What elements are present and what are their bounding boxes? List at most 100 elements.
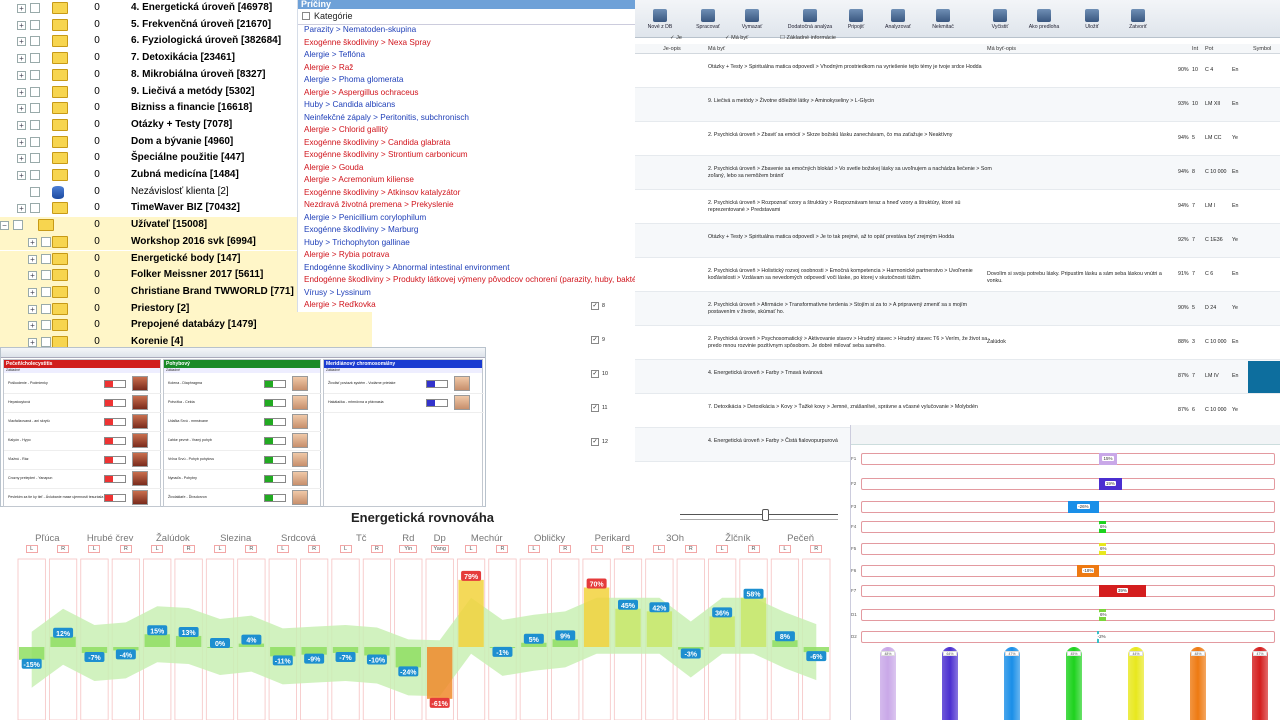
organ-row[interactable]: Poškodenie - Podmienky <box>4 374 162 394</box>
col-int[interactable]: Int <box>1192 46 1198 52</box>
organ-row[interactable]: Živolisť poviazk systém - Vodárne prieta… <box>324 374 484 394</box>
organ-row[interactable]: Viacfalizovaná - ani skrytú <box>4 412 162 432</box>
row-checkbox[interactable]: ✓ <box>591 370 599 378</box>
cause-item[interactable]: Vírusy > Lyssinum <box>304 288 371 297</box>
row-checkbox[interactable] <box>41 253 51 264</box>
organ-row[interactable]: Kolena - Diaphragma <box>164 374 322 394</box>
slider-thumb[interactable] <box>762 509 769 521</box>
row-checkbox[interactable]: ✓ <box>591 438 599 446</box>
toolbar-button[interactable]: Pripojiť <box>833 9 879 30</box>
filter-info[interactable]: ☐ Základné informácie <box>780 35 836 41</box>
row-checkbox[interactable] <box>41 236 51 247</box>
table-row[interactable]: 2. Psychická úroveň > Zbaviť sa emócií >… <box>635 122 1280 156</box>
cause-item[interactable]: Exogénne škodliviny > Strontium carbonic… <box>304 150 468 159</box>
col-ma-byt-opis[interactable]: Má byť-opis <box>987 46 1016 52</box>
row-checkbox[interactable] <box>41 320 51 331</box>
expand-icon[interactable]: + <box>28 321 37 331</box>
cause-item[interactable]: Alergie > Acremonium kiliense <box>304 175 414 184</box>
organ-row[interactable]: Ľahke pevné - Vraný pohyb <box>164 431 322 451</box>
cause-item[interactable]: Exogénne škodliviny > Nexa Spray <box>304 38 431 47</box>
toolbar-button[interactable]: Spracovať <box>685 9 731 30</box>
row-checkbox[interactable] <box>30 136 40 147</box>
expand-icon[interactable]: + <box>17 54 26 64</box>
cause-item[interactable]: Huby > Candida albicans <box>304 100 395 109</box>
category-checkbox[interactable] <box>302 12 310 20</box>
expand-icon[interactable]: + <box>28 287 37 297</box>
expand-icon[interactable]: + <box>28 304 37 314</box>
toolbar-button[interactable]: Vymazať <box>729 9 775 30</box>
cause-item[interactable]: Exogénne škodliviny > Candida glabrata <box>304 138 450 147</box>
row-checkbox[interactable] <box>30 170 40 180</box>
row-checkbox[interactable] <box>30 203 40 214</box>
expand-icon[interactable]: + <box>17 70 26 80</box>
organ-row[interactable]: Potvržka - Cekta <box>164 393 322 413</box>
row-checkbox[interactable]: ✓ <box>591 404 599 412</box>
row-checkbox[interactable] <box>30 19 40 30</box>
row-checkbox[interactable] <box>13 220 23 231</box>
cause-item[interactable]: Nezdravá životná premena > Prekyslenie <box>304 200 454 209</box>
table-row[interactable]: 9. Liečivá a metódy > Životne dôležité l… <box>635 88 1280 122</box>
cause-item[interactable]: Exogénne škodliviny > Atkinsov katalyzát… <box>304 188 460 197</box>
table-row[interactable]: ✓ 11 7. Detoxikácia > Detoxikácia > Kovy >… <box>591 394 1280 428</box>
expand-icon[interactable]: + <box>28 254 37 264</box>
cause-item[interactable]: Parazity > Nematoden-skupina <box>304 25 416 34</box>
cause-item[interactable]: Alergie > Aspergillus ochraceus <box>304 88 418 97</box>
row-checkbox[interactable] <box>41 337 51 347</box>
toolbar-button[interactable]: Analyzovať <box>875 9 921 30</box>
table-row[interactable]: 2. Psychická úroveň > Zbavenie sa emočný… <box>635 156 1280 190</box>
toolbar-button[interactable]: Uložiť <box>1069 9 1115 30</box>
expand-icon[interactable]: + <box>28 338 37 347</box>
toolbar-button[interactable]: Vyčistiť <box>977 9 1023 30</box>
cause-item[interactable]: Alergie > Raž <box>304 63 353 72</box>
row-checkbox[interactable] <box>30 103 40 114</box>
expand-icon[interactable]: + <box>28 237 37 247</box>
table-row[interactable]: ✓ 10 4. Energetická úroveň > Farby > Tmavá… <box>591 360 1280 394</box>
tree-row[interactable]: +0 Prepojené databázy [1479] <box>0 317 372 334</box>
row-checkbox[interactable] <box>30 86 40 97</box>
category-filter[interactable]: Kategórie <box>298 9 635 25</box>
expand-icon[interactable]: + <box>17 204 26 214</box>
expand-icon[interactable]: + <box>17 4 26 13</box>
toolbar-button[interactable]: Nové z DB <box>637 9 683 30</box>
expand-icon[interactable]: + <box>17 154 26 164</box>
table-row[interactable]: ✓ 9 2. Psychická úroveň > Psychosomatický … <box>591 326 1280 360</box>
row-checkbox[interactable] <box>41 303 51 314</box>
organ-row[interactable]: Vlažnú - Ráz <box>4 450 162 470</box>
row-checkbox[interactable] <box>41 286 51 297</box>
expand-icon[interactable]: + <box>17 37 26 47</box>
row-checkbox[interactable] <box>30 69 40 80</box>
row-checkbox[interactable] <box>41 270 51 281</box>
row-checkbox[interactable] <box>30 53 40 64</box>
cause-item[interactable]: Neinfekčné zápaly > Peritonitis, subchro… <box>304 113 469 122</box>
toolbar-button[interactable]: Nekmitač <box>920 9 966 30</box>
toolbar-button[interactable]: Ako predloha <box>1021 9 1067 30</box>
col-je-opis[interactable]: Je-opis <box>663 46 681 52</box>
organ-row[interactable]: Živolaklaťe - Ďivsdorvon <box>164 488 322 508</box>
filter-mabyt[interactable]: ✓ Má byť <box>725 35 748 41</box>
cause-item[interactable]: Alergie > Rybia potrava <box>304 250 389 259</box>
expand-icon[interactable]: + <box>17 20 26 30</box>
expand-icon[interactable]: + <box>17 87 26 97</box>
expand-icon[interactable]: + <box>17 171 26 180</box>
row-checkbox[interactable] <box>30 119 40 130</box>
cause-item[interactable]: Alergie > Teflóna <box>304 50 365 59</box>
table-row[interactable]: ✓ 8 2. Psychická úroveň > Afirmácie > Tran… <box>591 292 1280 326</box>
organ-row[interactable]: Crozny prelepleri - Yanapun <box>4 469 162 489</box>
expand-icon[interactable]: + <box>17 120 26 130</box>
cause-item[interactable]: Endogénne škodliviny > Produkty látkovej… <box>304 275 646 284</box>
table-row[interactable]: 2. Psychická úroveň > Rozpoznať vzory a … <box>635 190 1280 224</box>
cause-item[interactable]: Alergie > Penicillium corylophilum <box>304 213 426 222</box>
col-pot[interactable]: Pot <box>1205 46 1213 52</box>
row-checkbox[interactable]: ✓ <box>591 302 599 310</box>
row-checkbox[interactable] <box>30 36 40 47</box>
cause-item[interactable]: Alergie > Phoma glomerata <box>304 75 403 84</box>
expand-icon[interactable]: − <box>0 221 9 231</box>
cause-item[interactable]: Alergie > Chlorid gallitý <box>304 125 388 134</box>
table-row[interactable]: 2. Psychická úroveň > Holistický rozvoj … <box>635 258 1280 292</box>
organ-row[interactable]: Hakálačka - mhrnôvna a přávnasia <box>324 393 484 413</box>
filter-je[interactable]: ✓ Je <box>670 35 682 41</box>
organ-row[interactable]: Pevlekim za tie ky tieľ - Ávlubanie mase… <box>4 488 162 508</box>
expand-icon[interactable]: + <box>28 271 37 281</box>
col-ma-byt[interactable]: Má byť <box>708 46 725 52</box>
table-row[interactable]: Otázky + Testy > Spirituálna matica odpo… <box>635 54 1280 88</box>
